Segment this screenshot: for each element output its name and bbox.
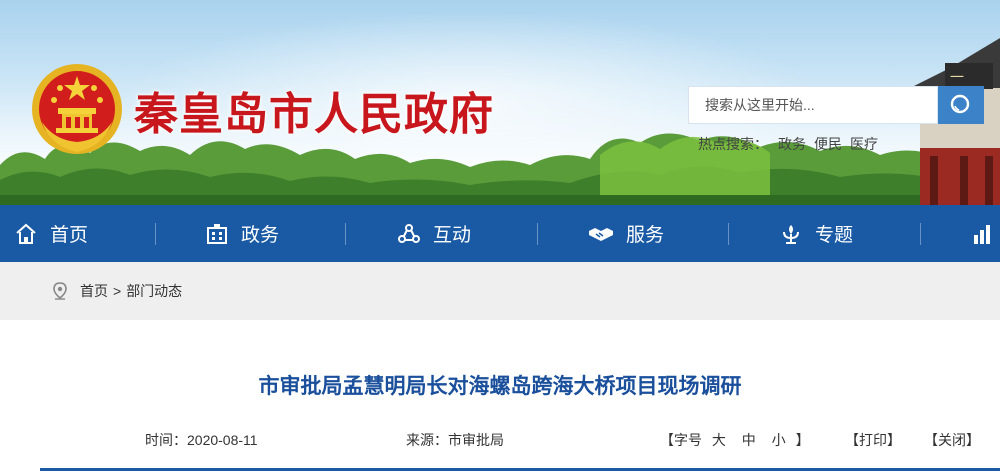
national-emblem-logo [32, 64, 122, 154]
interaction-icon [397, 222, 421, 246]
font-size-small-button[interactable]: 小 [772, 432, 786, 448]
nav-item-interaction[interactable]: 互动 [397, 205, 471, 262]
handshake-icon [588, 222, 614, 246]
main-nav: 首页 政务 互动 服务 专题 [0, 205, 1000, 262]
building-icon [205, 222, 229, 246]
search-icon [950, 94, 970, 114]
nav-item-special-topic[interactable]: 专题 [779, 205, 853, 262]
font-size-controls: 【字号 大 中 小 】 [660, 430, 810, 450]
hot-search-link[interactable]: 医疗 [850, 136, 878, 152]
nav-divider [155, 223, 156, 245]
hot-search-label: 热点搜索： [698, 136, 768, 152]
header-banner: 一 秦皇岛市人民政府 搜索从这里开始... 热点搜索： 政务 便民 医疗 [0, 0, 1000, 205]
nav-divider [345, 223, 346, 245]
print-button[interactable]: 【打印】 [845, 430, 901, 450]
article-source: 来源：市审批局 [406, 432, 504, 448]
nav-item-government[interactable]: 政务 [205, 205, 279, 262]
article-time: 时间：2020-08-11 [145, 432, 258, 448]
home-icon [14, 222, 38, 246]
hot-search: 热点搜索： 政务 便民 医疗 [698, 134, 886, 154]
article-title: 市审批局孟慧明局长对海螺岛跨海大桥项目现场调研 [258, 375, 742, 398]
font-size-large-button[interactable]: 大 [712, 432, 726, 448]
nav-label: 政务 [241, 225, 280, 246]
nav-label: 服务 [626, 225, 665, 246]
breadcrumb-separator: > [113, 283, 122, 299]
special-topic-icon [779, 222, 803, 246]
site-title: 秦皇岛市人民政府 [134, 89, 494, 140]
nav-label: 互动 [433, 225, 472, 246]
breadcrumb: 首页 > 部门动态 [52, 262, 182, 320]
nav-item-data[interactable] [972, 205, 1000, 262]
nav-item-home[interactable]: 首页 [14, 205, 88, 262]
nav-item-service[interactable]: 服务 [588, 205, 664, 262]
nav-label: 专题 [815, 225, 854, 246]
hot-search-link[interactable]: 政务 [778, 136, 806, 152]
content-divider [40, 468, 1000, 471]
nav-divider [537, 223, 538, 245]
close-button[interactable]: 【关闭】 [924, 430, 980, 450]
bar-chart-icon [972, 223, 992, 245]
breadcrumb-bar: 首页 > 部门动态 [0, 262, 1000, 320]
nav-label: 首页 [50, 225, 89, 246]
nav-divider [920, 223, 921, 245]
location-pin-icon [52, 282, 68, 300]
search-input[interactable]: 搜索从这里开始... [688, 86, 938, 124]
search-button[interactable] [938, 86, 984, 124]
hot-search-link[interactable]: 便民 [814, 136, 842, 152]
breadcrumb-current-link[interactable]: 部门动态 [126, 281, 182, 301]
breadcrumb-home-link[interactable]: 首页 [80, 281, 108, 301]
font-size-medium-button[interactable]: 中 [742, 432, 756, 448]
svg-text:一: 一 [950, 70, 964, 86]
font-size-bracket: 】 [795, 432, 810, 448]
nav-divider [728, 223, 729, 245]
font-size-label: 【字号 [660, 432, 702, 448]
